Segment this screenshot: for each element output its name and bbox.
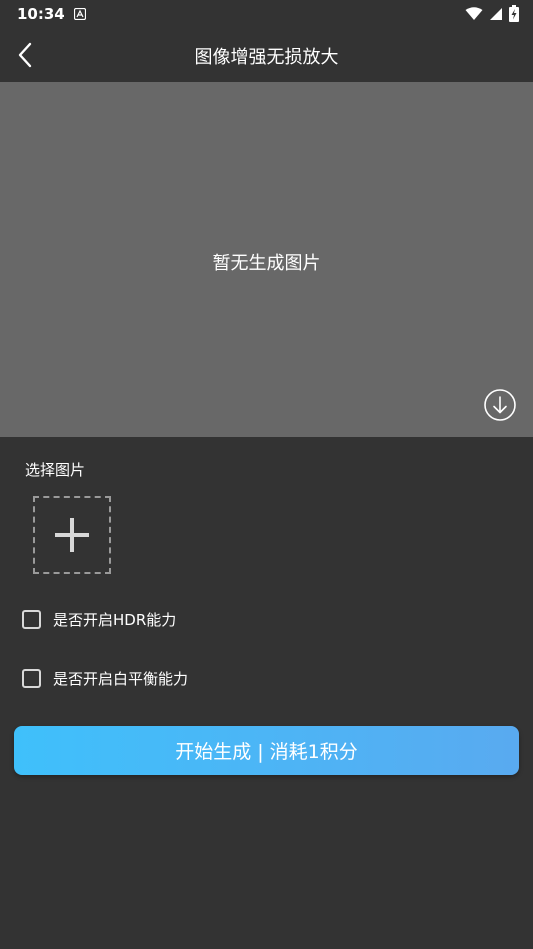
app-bar: 图像增强无损放大 (0, 30, 533, 82)
hdr-option[interactable]: 是否开启HDR能力 (22, 609, 176, 630)
plus-icon (55, 518, 89, 552)
status-bar: 10:34 (0, 0, 533, 30)
preview-empty-text: 暂无生成图片 (212, 253, 321, 274)
download-circle-icon (484, 389, 516, 421)
white-balance-option[interactable]: 是否开启白平衡能力 (22, 668, 188, 689)
hdr-checkbox[interactable] (22, 610, 41, 629)
status-time: 10:34 (17, 5, 65, 23)
hdr-option-label: 是否开启HDR能力 (53, 611, 177, 629)
signal-icon (490, 7, 502, 20)
battery-charging-icon (509, 5, 519, 22)
white-balance-option-label: 是否开启白平衡能力 (53, 670, 189, 688)
select-image-label: 选择图片 (25, 461, 86, 479)
page-title: 图像增强无损放大 (194, 47, 339, 68)
start-generate-button[interactable]: 开始生成 | 消耗1积分 (14, 726, 519, 775)
preview-area: 暂无生成图片 (0, 82, 533, 437)
screen: 10:34 图像增强无损放大 暂无生成图片 选择图片 是否开启HDR能力 是否开… (0, 0, 533, 949)
wifi-icon (465, 6, 483, 20)
a-notification-icon (74, 8, 86, 20)
white-balance-checkbox[interactable] (22, 669, 41, 688)
status-icons (465, 5, 519, 22)
download-button[interactable] (483, 388, 517, 422)
add-image-button[interactable] (33, 496, 111, 574)
